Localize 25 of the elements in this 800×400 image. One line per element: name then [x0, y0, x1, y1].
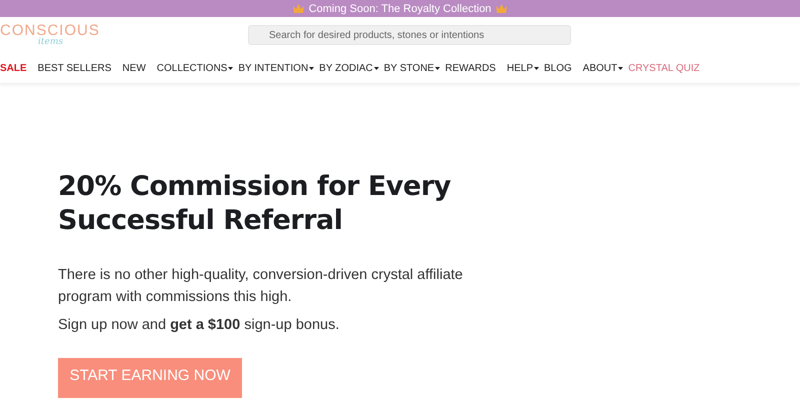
- caret-icon: [435, 66, 440, 70]
- logo-tagline: items: [38, 38, 63, 47]
- nav-link[interactable]: SALE: [0, 62, 27, 74]
- nav-link[interactable]: HELP: [506, 62, 539, 74]
- crown-icon: [496, 4, 508, 13]
- nav-link[interactable]: BY INTENTION: [238, 62, 314, 74]
- caret-icon: [309, 66, 314, 70]
- nav-link[interactable]: BEST SELLERS: [38, 62, 112, 74]
- nav-link[interactable]: BY ZODIAC: [319, 62, 379, 74]
- nav-link[interactable]: ABOUT: [582, 62, 624, 74]
- caret-icon: [228, 66, 234, 70]
- nav-link[interactable]: BLOG: [544, 62, 572, 74]
- hero-text: There is no other high-quality, conversion-driven crystal affiliate program with commissions this high.: [58, 266, 464, 307]
- caret-icon: [374, 66, 379, 70]
- nav-link[interactable]: BY STONE: [384, 62, 440, 74]
- caret-icon: [534, 66, 539, 70]
- announcement-text: Coming Soon: The Royalty Collection: [308, 2, 492, 14]
- nav-link[interactable]: COLLECTIONS: [156, 62, 234, 74]
- nav-link[interactable]: NEW: [122, 62, 146, 74]
- search-field[interactable]: Search for desired products, stones or intentions: [248, 25, 571, 45]
- crown-icon: [292, 4, 304, 13]
- caret-icon: [618, 66, 624, 70]
- hero-text: Sign up now and get a $100 sign-up bonus.: [58, 316, 340, 335]
- hero-heading: 20% Commission for Every Successful Referral: [58, 170, 452, 238]
- nav-link[interactable]: REWARDS: [445, 62, 496, 74]
